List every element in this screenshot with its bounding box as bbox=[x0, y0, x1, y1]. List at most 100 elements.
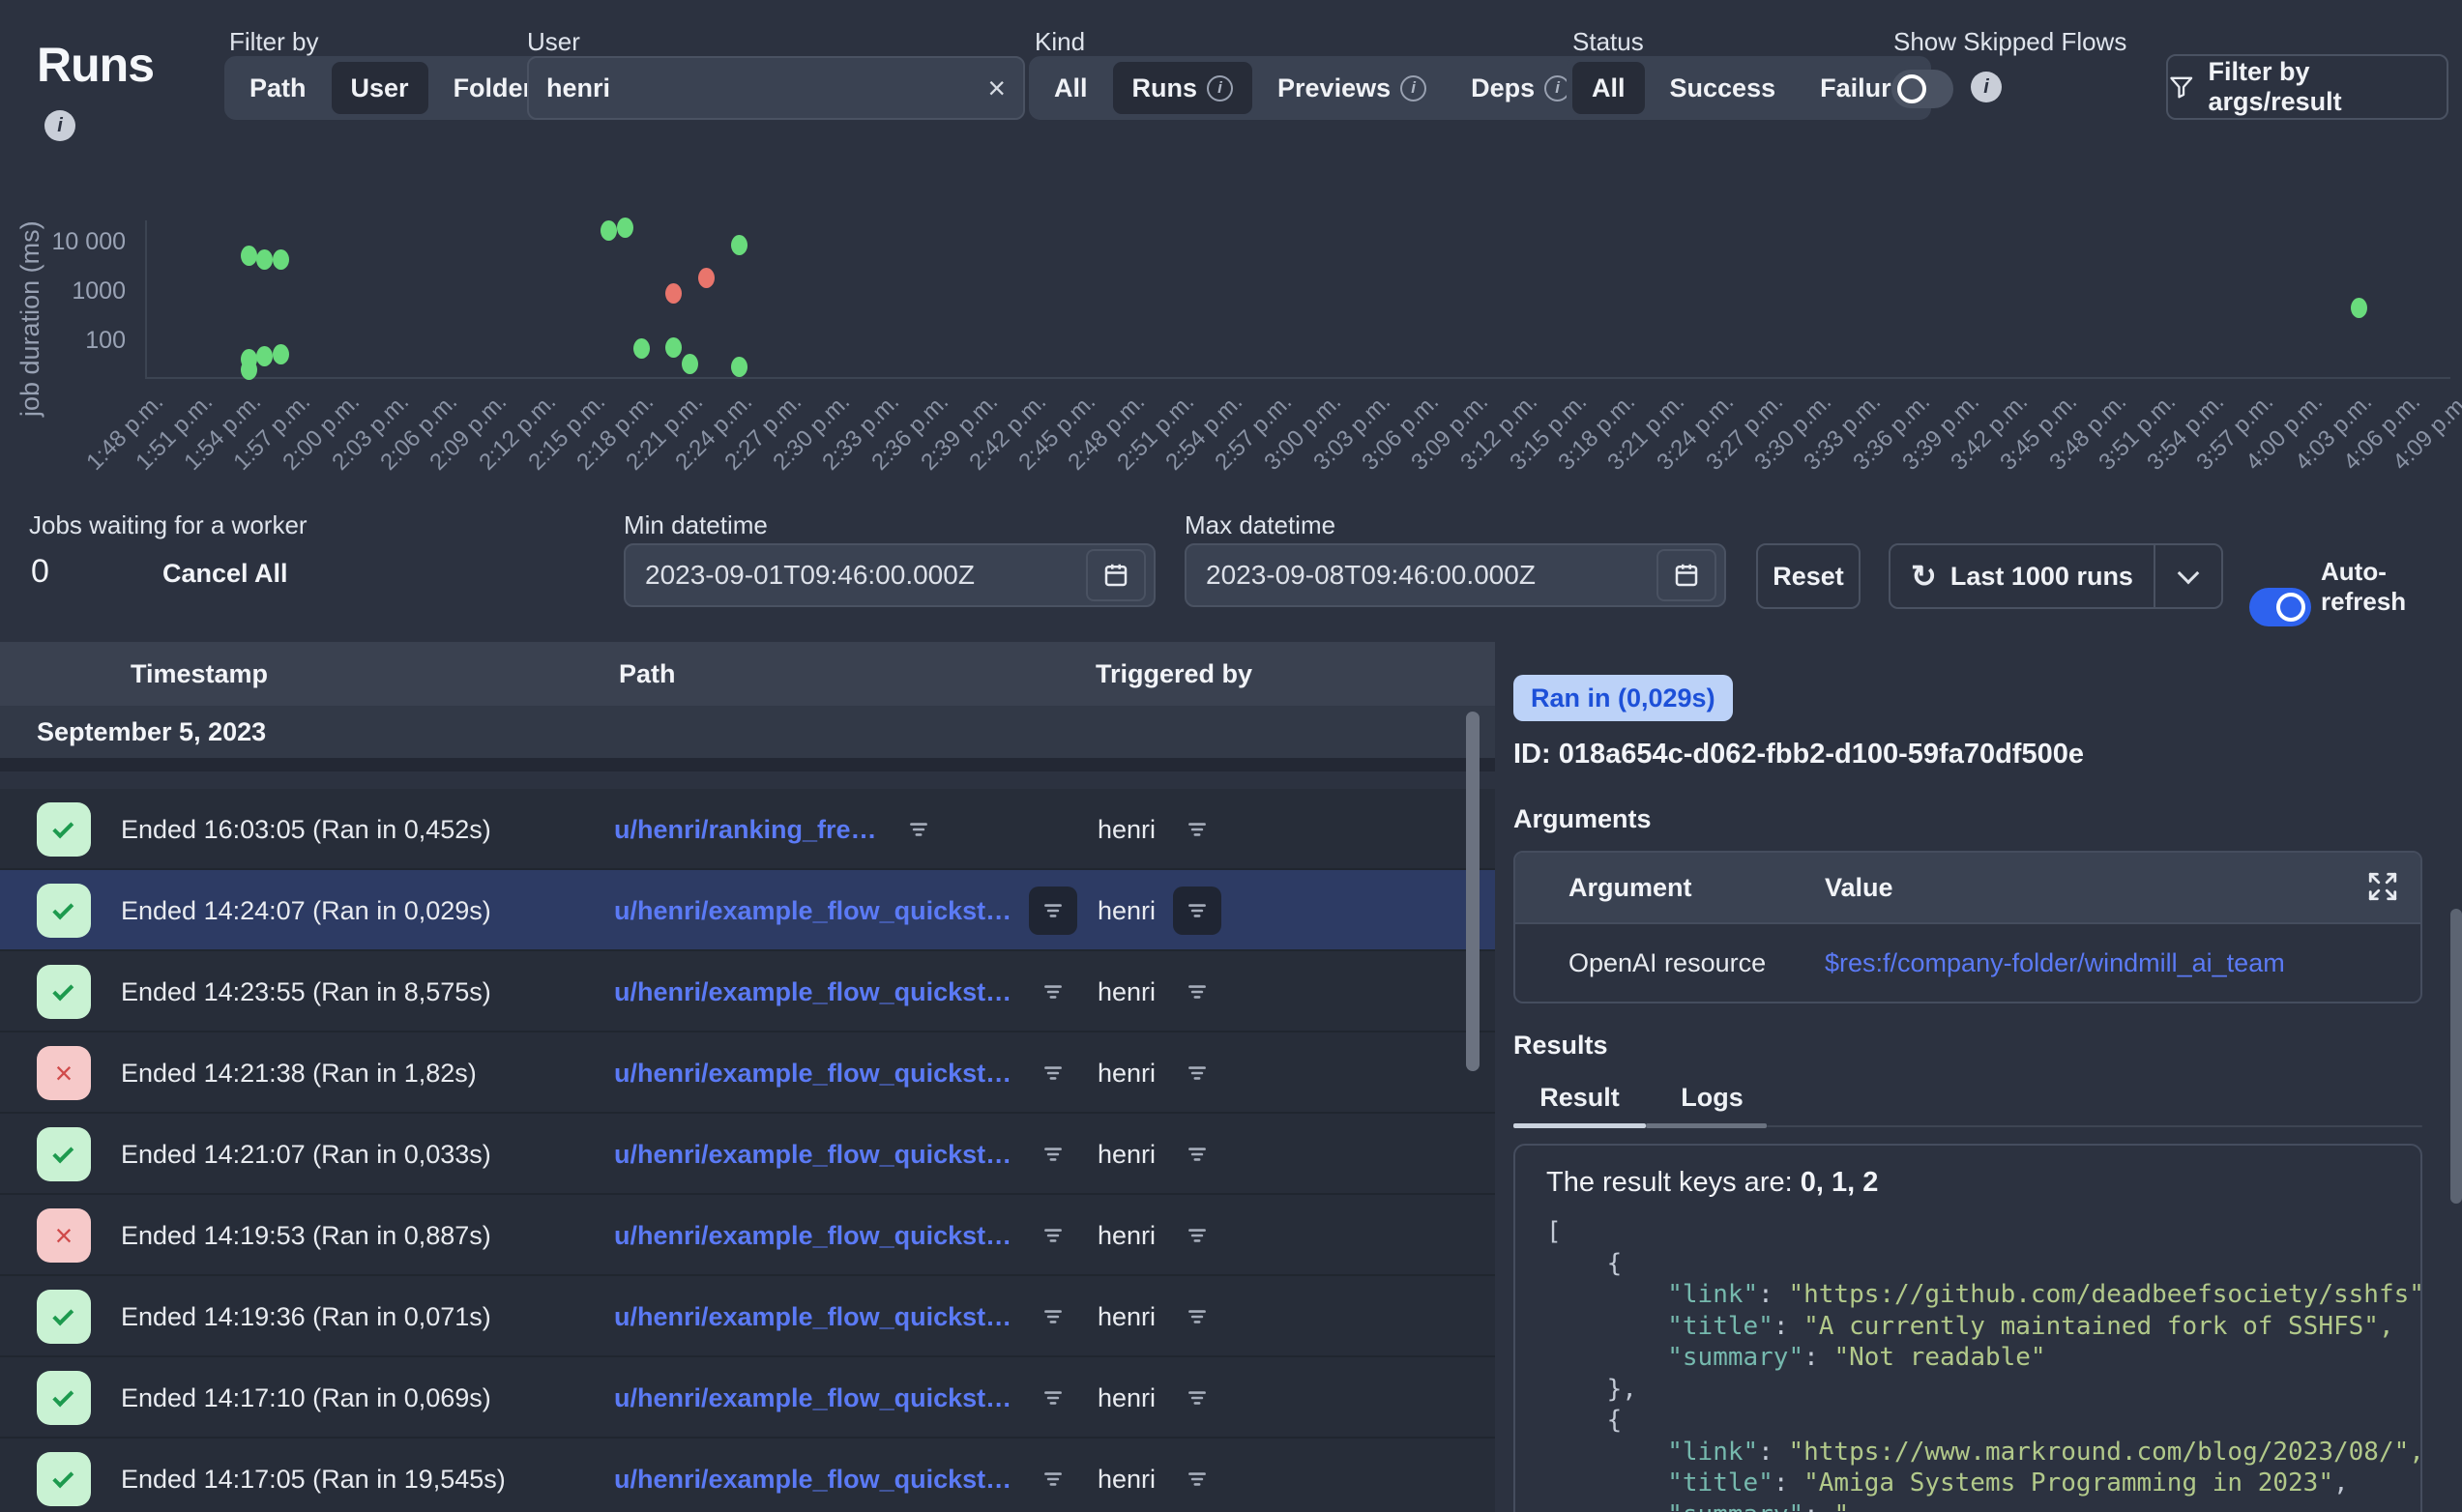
filter-by-user-icon[interactable] bbox=[1173, 1130, 1221, 1178]
filter-by-user-icon[interactable] bbox=[1173, 805, 1221, 854]
run-path-link[interactable]: u/henri/ranking_fre… bbox=[614, 815, 877, 845]
status-option-success[interactable]: Success bbox=[1651, 62, 1796, 114]
kind-option-previews[interactable]: Previewsi bbox=[1258, 62, 1446, 114]
option-label: All bbox=[1592, 73, 1626, 103]
runs-select-dropdown[interactable] bbox=[2155, 571, 2221, 581]
filter-by-path-icon[interactable] bbox=[1029, 1374, 1077, 1422]
filter-by-args-button[interactable]: Filter by args/result bbox=[2166, 54, 2448, 120]
calendar-icon[interactable] bbox=[1656, 549, 1716, 601]
expand-icon[interactable] bbox=[2366, 870, 2399, 903]
filter-by-user-icon[interactable] bbox=[1173, 1049, 1221, 1097]
table-row[interactable]: Ended 14:19:36 (Ran in 0,071s)u/henri/ex… bbox=[0, 1276, 1495, 1357]
run-dot-success[interactable] bbox=[273, 344, 289, 364]
table-row[interactable]: ×Ended 14:19:53 (Ran in 0,887s)u/henri/e… bbox=[0, 1195, 1495, 1276]
run-dot-success[interactable] bbox=[731, 357, 747, 377]
show-skipped-info-icon[interactable]: i bbox=[1971, 72, 2002, 102]
run-dot-success[interactable] bbox=[601, 220, 617, 241]
run-dot-success[interactable] bbox=[731, 235, 747, 255]
filter-by-option-path[interactable]: Path bbox=[230, 62, 326, 114]
json-line: "link": "https://www.markround.com/blog/… bbox=[1546, 1437, 2389, 1468]
auto-refresh-toggle[interactable] bbox=[2249, 588, 2311, 626]
run-dot-success[interactable] bbox=[241, 360, 257, 380]
min-datetime-field[interactable]: 2023-09-01T09:46:00.000Z bbox=[624, 543, 1156, 607]
run-dot-success[interactable] bbox=[273, 249, 289, 270]
filter-by-user-icon[interactable] bbox=[1173, 1211, 1221, 1260]
table-row[interactable]: Ended 14:23:55 (Ran in 8,575s)u/henri/ex… bbox=[0, 951, 1495, 1032]
col-triggered-by[interactable]: Triggered by bbox=[1096, 659, 1252, 689]
toggle-knob bbox=[1897, 74, 1926, 103]
table-row[interactable]: Ended 14:24:07 (Ran in 0,029s)u/henri/ex… bbox=[0, 870, 1495, 951]
run-timestamp: Ended 14:21:07 (Ran in 0,033s) bbox=[121, 1114, 491, 1195]
run-dot-success[interactable] bbox=[241, 246, 257, 266]
max-datetime-field[interactable]: 2023-09-08T09:46:00.000Z bbox=[1185, 543, 1726, 607]
status-label: Status bbox=[1572, 27, 1644, 57]
toggle-knob bbox=[2276, 593, 2305, 622]
cancel-all-button[interactable]: Cancel All bbox=[162, 559, 288, 589]
run-timestamp: Ended 16:03:05 (Ran in 0,452s) bbox=[121, 789, 491, 870]
max-datetime-label: Max datetime bbox=[1185, 510, 1335, 540]
run-dot-failure[interactable] bbox=[698, 268, 715, 288]
run-dot-success[interactable] bbox=[633, 338, 650, 359]
run-path-link[interactable]: u/henri/example_flow_quickst… bbox=[614, 977, 1011, 1007]
run-duration-badge: Ran in (0,029s) bbox=[1513, 675, 1733, 721]
run-dot-success[interactable] bbox=[2351, 298, 2367, 318]
reset-button[interactable]: Reset bbox=[1756, 543, 1861, 609]
panel-scrollbar[interactable] bbox=[2450, 909, 2462, 1204]
results-title: Results bbox=[1513, 1031, 1608, 1061]
run-dot-success[interactable] bbox=[665, 337, 682, 358]
filter-by-option-user[interactable]: User bbox=[332, 62, 428, 114]
filter-by-user-icon[interactable] bbox=[1173, 1455, 1221, 1503]
run-path-link[interactable]: u/henri/example_flow_quickst… bbox=[614, 1059, 1011, 1089]
kind-option-runs[interactable]: Runsi bbox=[1113, 62, 1253, 114]
table-row[interactable]: Ended 14:17:05 (Ran in 19,545s)u/henri/e… bbox=[0, 1439, 1495, 1512]
filter-by-user-icon[interactable] bbox=[1173, 1293, 1221, 1341]
filter-by-user-icon[interactable] bbox=[1173, 1374, 1221, 1422]
table-row[interactable]: Ended 14:21:07 (Ran in 0,033s) u/henri/ex… bbox=[0, 1114, 1495, 1195]
calendar-icon[interactable] bbox=[1086, 549, 1146, 601]
kind-option-all[interactable]: All bbox=[1035, 62, 1107, 114]
filter-by-user-icon[interactable] bbox=[1173, 968, 1221, 1016]
run-dot-failure[interactable] bbox=[665, 283, 682, 304]
filter-by-path-icon[interactable] bbox=[1029, 1049, 1077, 1097]
run-dot-success[interactable] bbox=[682, 354, 698, 374]
argument-value-link[interactable]: $res:f/company-folder/windmill_ai_team bbox=[1825, 948, 2285, 978]
user-filter-input[interactable] bbox=[546, 73, 987, 103]
filter-by-user-icon[interactable] bbox=[1173, 887, 1221, 935]
filter-by-path-icon[interactable] bbox=[1029, 968, 1077, 1016]
run-path-link[interactable]: u/henri/example_flow_quickst… bbox=[614, 1302, 1011, 1332]
chart-x-axis-line bbox=[145, 377, 2450, 379]
run-path-link[interactable]: u/henri/example_flow_quickst… bbox=[614, 1140, 1011, 1170]
filter-by-path-icon[interactable] bbox=[894, 805, 943, 854]
run-dot-success[interactable] bbox=[617, 218, 633, 238]
run-path-link[interactable]: u/henri/example_flow_quickst… bbox=[614, 1221, 1011, 1251]
table-scrollbar[interactable] bbox=[1466, 712, 1480, 1071]
run-path-link[interactable]: u/henri/example_flow_quickst… bbox=[614, 1465, 1011, 1495]
show-skipped-toggle[interactable] bbox=[1891, 70, 1953, 108]
runs-count-select: ↻ Last 1000 runs bbox=[1889, 543, 2223, 609]
filter-by-path-icon[interactable] bbox=[1029, 1211, 1077, 1260]
filter-by-path-icon[interactable] bbox=[1029, 1130, 1077, 1178]
kind-segmented: AllRunsiPreviewsiDepsi bbox=[1029, 56, 1596, 120]
run-dot-success[interactable] bbox=[256, 346, 273, 366]
clear-input-icon[interactable]: × bbox=[987, 73, 1006, 103]
run-path-link[interactable]: u/henri/example_flow_quickst… bbox=[614, 1383, 1011, 1413]
filter-by-path-icon[interactable] bbox=[1029, 1293, 1077, 1341]
run-dot-success[interactable] bbox=[256, 249, 273, 270]
option-label: All bbox=[1054, 73, 1088, 103]
chevron-down-icon bbox=[2178, 563, 2200, 585]
logs-tab-indicator bbox=[1646, 1123, 1767, 1128]
json-line: "title": "A currently maintained fork of… bbox=[1546, 1311, 2389, 1343]
status-option-all[interactable]: All bbox=[1572, 62, 1645, 114]
runs-info-icon[interactable]: i bbox=[44, 110, 75, 141]
filter-by-path-icon[interactable] bbox=[1029, 1455, 1077, 1503]
json-line: "summary": " bbox=[1546, 1499, 2389, 1512]
table-row[interactable]: ×Ended 14:21:38 (Ran in 1,82s)u/henri/ex… bbox=[0, 1032, 1495, 1114]
filter-by-path-icon[interactable] bbox=[1029, 887, 1077, 935]
run-path-link[interactable]: u/henri/example_flow_quickst… bbox=[614, 896, 1011, 926]
col-timestamp[interactable]: Timestamp bbox=[131, 659, 268, 689]
table-row[interactable]: Ended 16:03:05 (Ran in 0,452s) u/henri/ra… bbox=[0, 789, 1495, 870]
last-runs-button[interactable]: ↻ Last 1000 runs bbox=[1890, 561, 2154, 592]
table-row[interactable]: Ended 14:17:10 (Ran in 0,069s)u/henri/ex… bbox=[0, 1357, 1495, 1439]
col-path[interactable]: Path bbox=[619, 659, 676, 689]
date-group-label: September 5, 2023 bbox=[37, 717, 266, 747]
